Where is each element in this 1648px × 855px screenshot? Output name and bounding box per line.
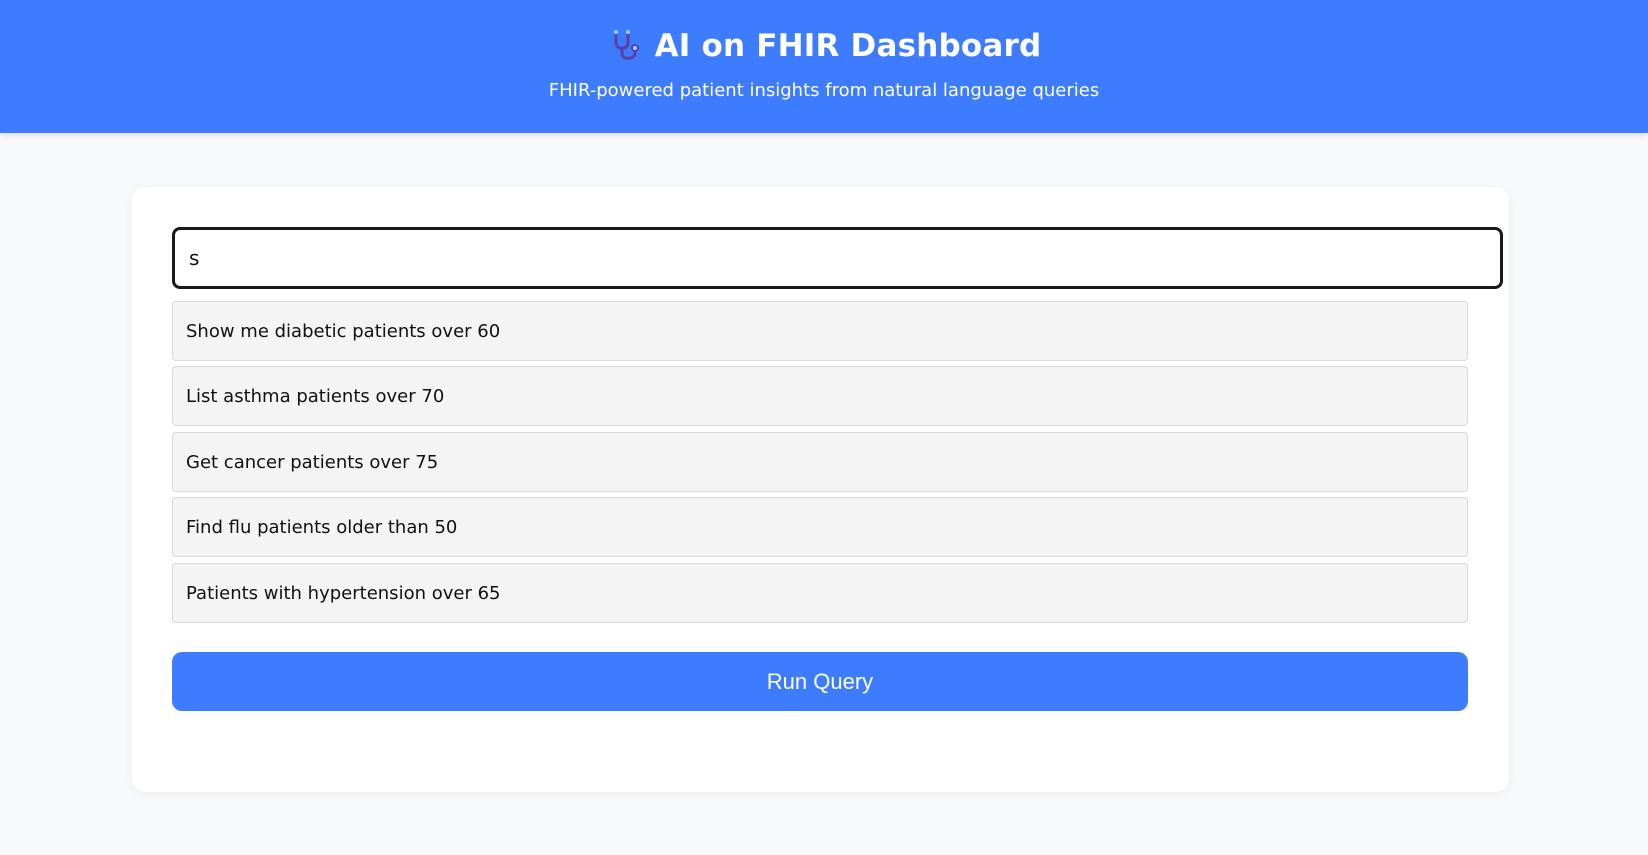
title-row: AI on FHIR Dashboard <box>0 28 1648 64</box>
suggestion-item[interactable]: Show me diabetic patients over 60 <box>172 301 1468 361</box>
suggestion-item[interactable]: Get cancer patients over 75 <box>172 432 1468 492</box>
app-header: AI on FHIR Dashboard FHIR-powered patien… <box>0 0 1648 133</box>
page-title: AI on FHIR Dashboard <box>654 28 1042 64</box>
suggestion-item[interactable]: Patients with hypertension over 65 <box>172 563 1468 623</box>
stethoscope-icon <box>607 28 643 64</box>
query-card: Show me diabetic patients over 60 List a… <box>132 187 1509 792</box>
query-input[interactable] <box>172 227 1503 289</box>
suggestion-item[interactable]: Find flu patients older than 50 <box>172 497 1468 557</box>
page-subtitle: FHIR-powered patient insights from natur… <box>548 80 1100 101</box>
run-query-button[interactable]: Run Query <box>172 652 1468 711</box>
suggestion-item[interactable]: List asthma patients over 70 <box>172 366 1468 426</box>
